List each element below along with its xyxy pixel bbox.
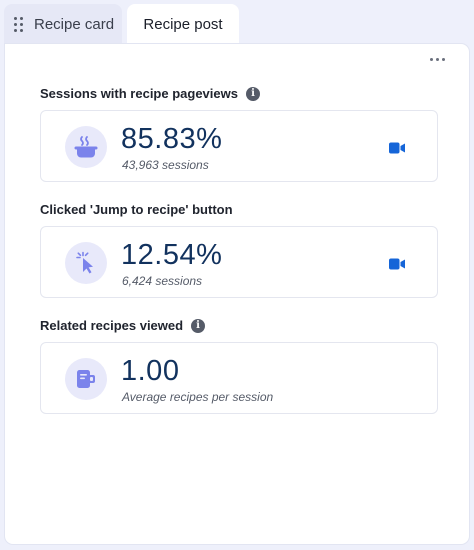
section-title-related-recipes: Related recipes viewed i <box>40 318 206 333</box>
tab-recipe-post[interactable]: Recipe post <box>127 4 239 44</box>
metric-value: 1.00 <box>121 355 180 387</box>
metric-title: Sessions with recipe pageviews <box>40 86 238 101</box>
info-icon[interactable]: i <box>191 318 206 333</box>
video-camera-icon[interactable] <box>389 141 405 159</box>
section-title-jump-to-recipe: Clicked 'Jump to recipe' button <box>40 202 233 217</box>
metric-title: Related recipes viewed <box>40 318 184 333</box>
video-camera-icon[interactable] <box>389 257 405 275</box>
more-options-icon[interactable] <box>430 58 445 61</box>
tab-label: Recipe post <box>143 15 223 33</box>
recipe-book-icon <box>65 358 107 400</box>
metric-value: 85.83% <box>121 123 223 155</box>
tab-bar: Recipe card Recipe post <box>0 0 474 44</box>
section-title-sessions: Sessions with recipe pageviews i <box>40 86 260 101</box>
metric-card-sessions: 85.83% 43,963 sessions <box>40 110 438 182</box>
tab-recipe-card[interactable]: Recipe card <box>4 4 122 44</box>
metric-subtitle: 43,963 sessions <box>122 158 209 172</box>
tab-label: Recipe card <box>34 15 115 33</box>
metric-title: Clicked 'Jump to recipe' button <box>40 202 233 217</box>
cooking-pot-icon <box>65 126 107 168</box>
info-icon[interactable]: i <box>245 86 260 101</box>
metric-subtitle: Average recipes per session <box>122 390 274 404</box>
metric-value: 12.54% <box>121 239 223 271</box>
pointer-click-icon <box>65 242 107 284</box>
metric-card-related-recipes: 1.00 Average recipes per session <box>40 342 438 414</box>
drag-handle-icon[interactable] <box>14 16 24 32</box>
recipe-post-panel: Sessions with recipe pageviews i 85.83% … <box>5 44 469 544</box>
metric-card-jump-to-recipe: 12.54% 6,424 sessions <box>40 226 438 298</box>
metric-subtitle: 6,424 sessions <box>122 274 203 288</box>
